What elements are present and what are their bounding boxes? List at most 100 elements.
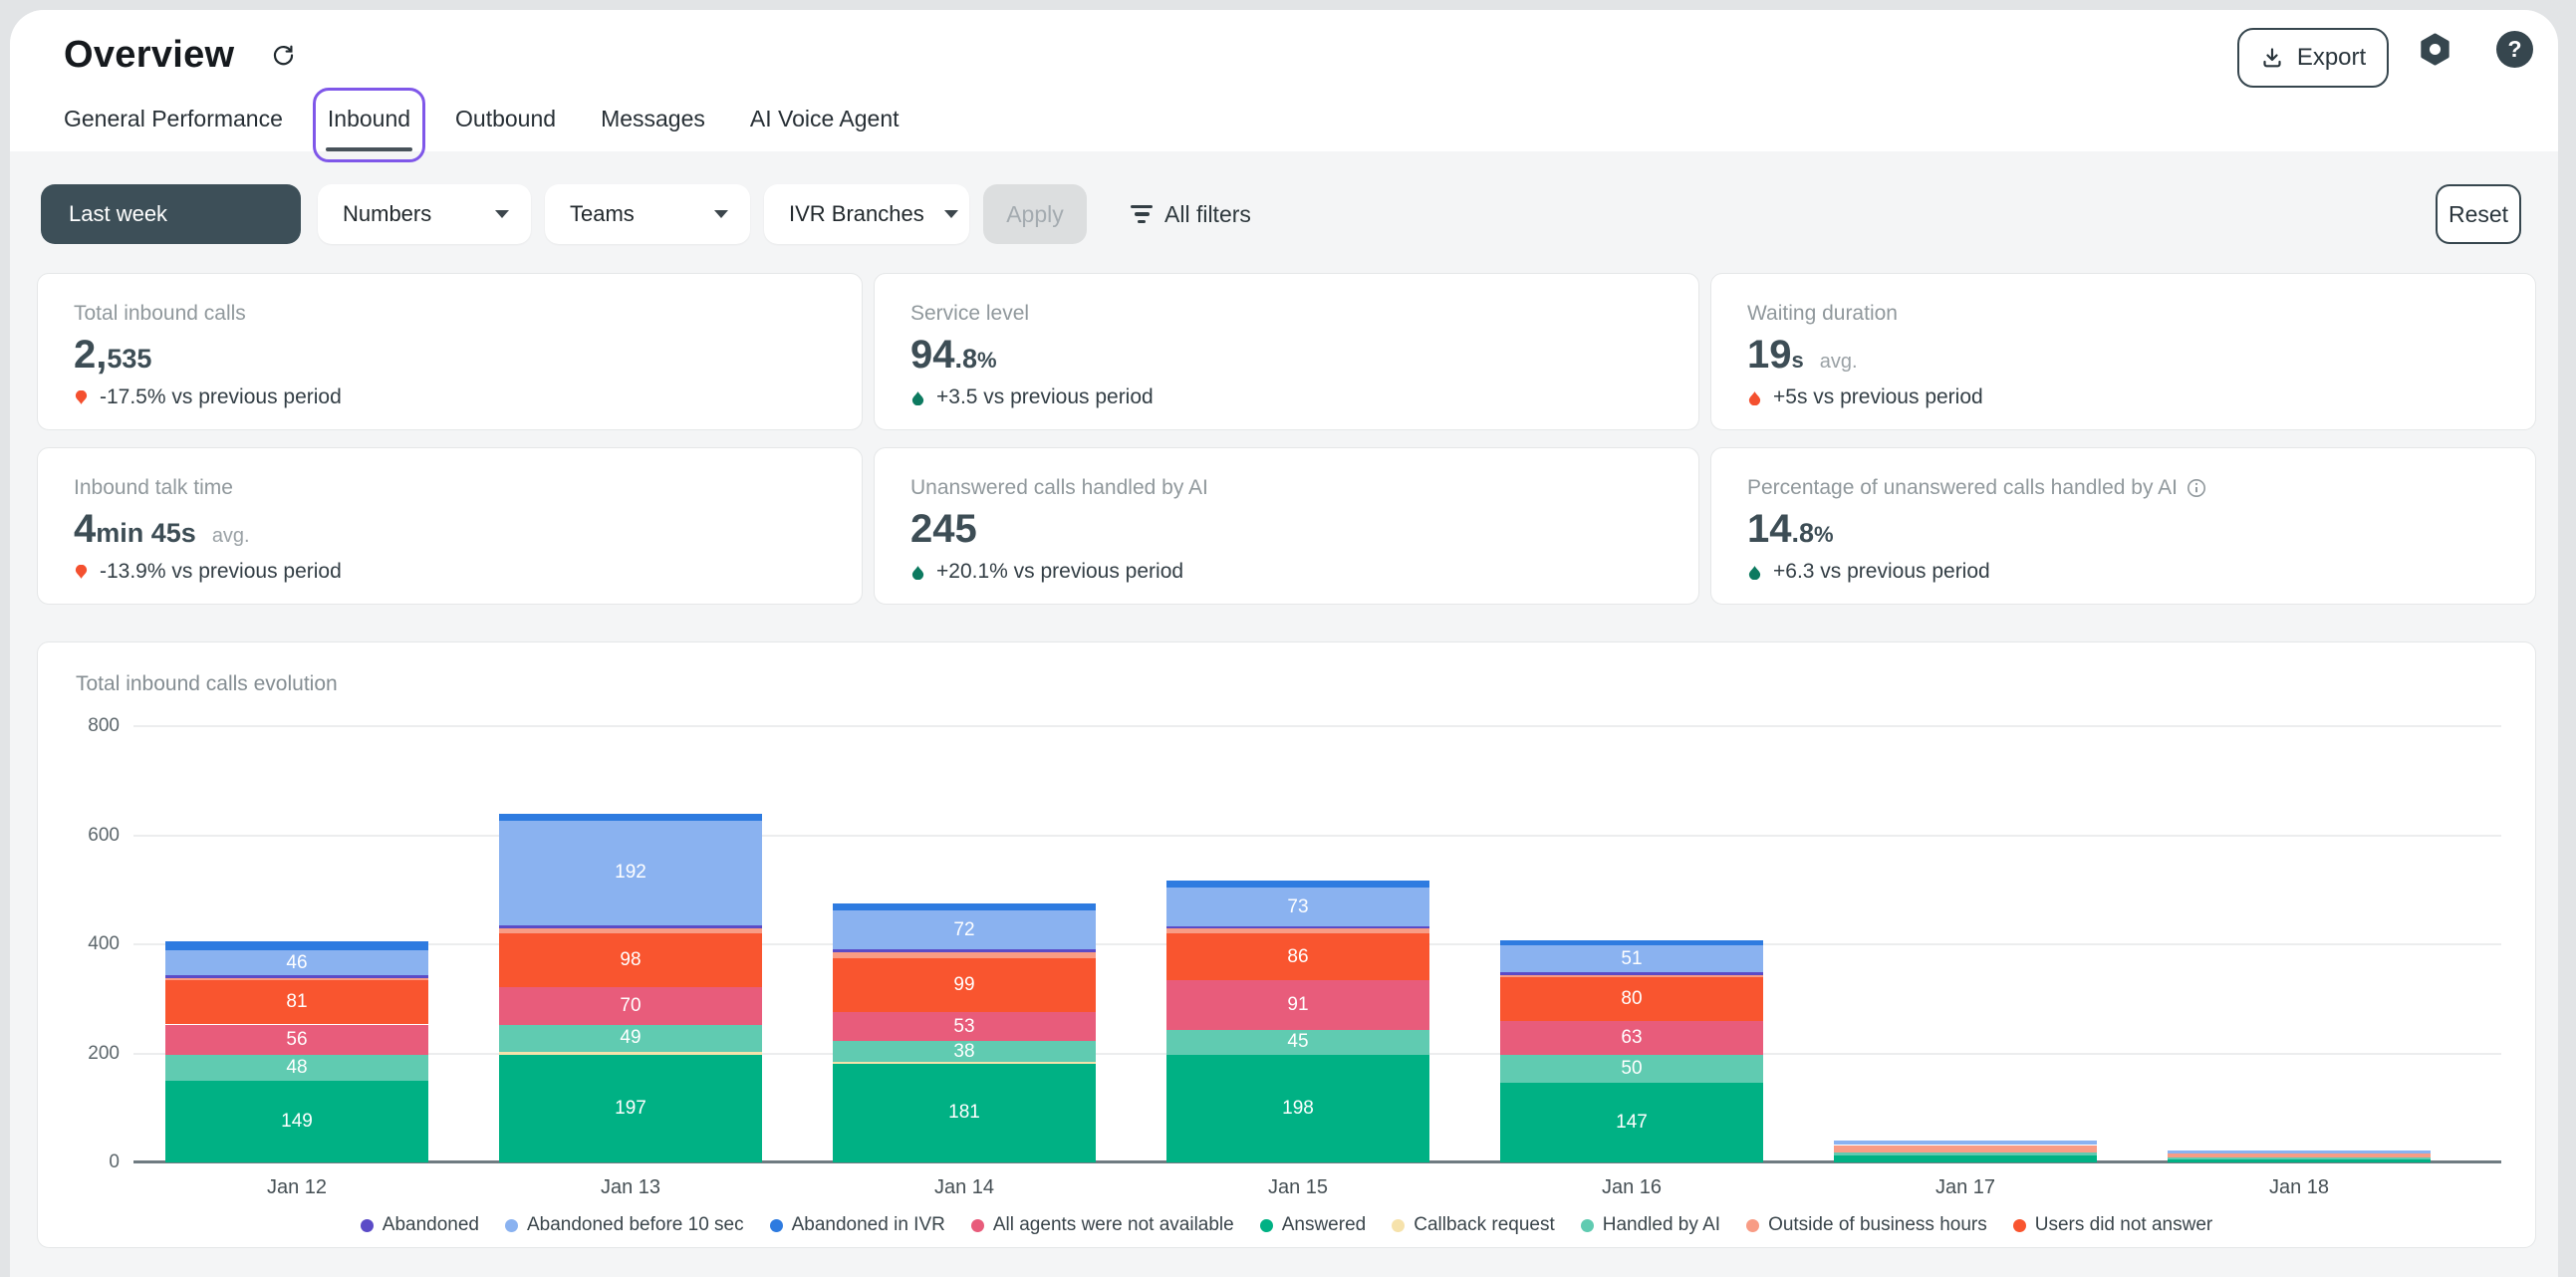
download-icon: [2260, 46, 2284, 70]
trend-up-icon: [1747, 565, 1762, 580]
help-icon[interactable]: ?: [2496, 31, 2533, 68]
bar-segment[interactable]: [1166, 926, 1429, 927]
bar-segment[interactable]: 147: [1500, 1083, 1763, 1162]
bar-segment[interactable]: 72: [833, 910, 1096, 949]
legend-item[interactable]: All agents were not available: [971, 1214, 1234, 1236]
gridline: [133, 725, 2501, 727]
tab-messages[interactable]: Messages: [601, 106, 705, 132]
bar-segment[interactable]: [499, 1052, 762, 1055]
trend-down-icon: [74, 565, 89, 580]
apply-button[interactable]: Apply: [983, 184, 1087, 244]
chevron-down-icon: [495, 210, 509, 218]
bar-segment[interactable]: 49: [499, 1025, 762, 1052]
export-button[interactable]: Export: [2237, 28, 2389, 88]
bar-segment[interactable]: [1834, 1141, 2097, 1146]
tab-ai-voice-agent[interactable]: AI Voice Agent: [750, 106, 900, 132]
bar-segment[interactable]: [1834, 1146, 2097, 1153]
bar-segment[interactable]: [499, 925, 762, 928]
header: Overview Export ? General Performance In…: [10, 10, 2558, 151]
numbers-dropdown[interactable]: Numbers: [318, 184, 531, 244]
legend-item[interactable]: Abandoned in IVR: [770, 1214, 945, 1236]
bar-segment[interactable]: [499, 814, 762, 821]
chart-title: Total inbound calls evolution: [76, 672, 338, 696]
legend-item[interactable]: Abandoned: [361, 1214, 479, 1236]
bar-segment[interactable]: 86: [1166, 933, 1429, 980]
bar-segment[interactable]: 192: [499, 821, 762, 925]
kpi-value: 94.8%: [910, 333, 1663, 378]
bar-segment[interactable]: [1500, 940, 1763, 944]
legend-item[interactable]: Users did not answer: [2013, 1214, 2212, 1236]
bar-segment[interactable]: 38: [833, 1041, 1096, 1062]
legend-item[interactable]: Abandoned before 10 sec: [505, 1214, 744, 1236]
bar-segment[interactable]: [833, 1062, 1096, 1064]
bar-segment[interactable]: 98: [499, 933, 762, 987]
settings-gear-icon[interactable]: [2417, 31, 2453, 68]
bar-segment[interactable]: 51: [1500, 945, 1763, 973]
bar-segment[interactable]: [1166, 928, 1429, 933]
bar-segment[interactable]: [1834, 1152, 2097, 1155]
bar-segment[interactable]: [833, 949, 1096, 951]
period-filter[interactable]: Last week: [41, 184, 301, 244]
legend-item[interactable]: Answered: [1260, 1214, 1367, 1236]
bar-segment[interactable]: 181: [833, 1064, 1096, 1162]
bar-segment[interactable]: 73: [1166, 888, 1429, 927]
bar-segment[interactable]: [833, 952, 1096, 959]
x-tick-label: Jan 18: [2229, 1176, 2369, 1199]
legend-item[interactable]: Outside of business hours: [1746, 1214, 1987, 1236]
tab-inbound[interactable]: Inbound: [328, 106, 410, 132]
bar-segment[interactable]: 198: [1166, 1055, 1429, 1162]
bar-segment[interactable]: [2168, 1153, 2431, 1157]
reset-button[interactable]: Reset: [2436, 184, 2521, 244]
legend-dot: [770, 1219, 783, 1232]
ivr-branches-dropdown[interactable]: IVR Branches: [764, 184, 969, 244]
bar-segment[interactable]: 70: [499, 987, 762, 1025]
app-window: Overview Export ? General Performance In…: [10, 10, 2558, 1277]
page-title: Overview: [64, 34, 234, 77]
bar-segment[interactable]: 149: [165, 1081, 428, 1162]
kpi-delta: +6.3 vs previous period: [1747, 560, 2499, 584]
bar-segment[interactable]: [165, 941, 428, 950]
legend-item[interactable]: Handled by AI: [1581, 1214, 1720, 1236]
bar-segment[interactable]: 48: [165, 1055, 428, 1081]
bar-segment[interactable]: 56: [165, 1025, 428, 1056]
bar-segment[interactable]: 91: [1166, 980, 1429, 1030]
refresh-icon[interactable]: [271, 43, 296, 68]
bar-segment[interactable]: [833, 903, 1096, 910]
kpi-value: 2,535: [74, 333, 826, 378]
bar-segment[interactable]: [2168, 1159, 2431, 1162]
bar-segment[interactable]: 63: [1500, 1021, 1763, 1055]
bar-segment[interactable]: 46: [165, 950, 428, 975]
legend-label: Handled by AI: [1603, 1214, 1720, 1236]
kpi-delta: -13.9% vs previous period: [74, 560, 826, 584]
legend-item[interactable]: Callback request: [1392, 1214, 1555, 1236]
kpi-delta: -17.5% vs previous period: [74, 385, 826, 409]
bar-segment[interactable]: [1500, 972, 1763, 975]
bar-segment[interactable]: [1834, 1155, 2097, 1162]
bar-segment[interactable]: 50: [1500, 1055, 1763, 1082]
bar-segment[interactable]: 81: [165, 980, 428, 1024]
legend-label: Abandoned in IVR: [792, 1214, 945, 1236]
legend-label: Abandoned: [383, 1214, 479, 1236]
bar-segment[interactable]: [499, 928, 762, 933]
bar-segment[interactable]: [1500, 975, 1763, 977]
bar-segment[interactable]: [165, 975, 428, 978]
teams-dropdown[interactable]: Teams: [545, 184, 750, 244]
info-icon[interactable]: [2187, 478, 2206, 498]
x-tick-label: Jan 17: [1896, 1176, 2035, 1199]
bar-segment[interactable]: 197: [499, 1055, 762, 1162]
kpi-card: Unanswered calls handled by AI245+20.1% …: [874, 447, 1699, 605]
bar-segment[interactable]: [2168, 1157, 2431, 1159]
trend-up-icon: [910, 565, 925, 580]
bar-segment[interactable]: [165, 978, 428, 980]
tab-outbound[interactable]: Outbound: [455, 106, 556, 132]
all-filters-button[interactable]: All filters: [1131, 184, 1251, 244]
bar-segment[interactable]: 80: [1500, 977, 1763, 1021]
x-tick-label: Jan 12: [227, 1176, 367, 1199]
bar-segment[interactable]: 53: [833, 1012, 1096, 1041]
tab-general-performance[interactable]: General Performance: [64, 106, 283, 132]
bar-segment[interactable]: 45: [1166, 1030, 1429, 1055]
bar-segment[interactable]: 99: [833, 958, 1096, 1012]
y-tick-label: 600: [72, 825, 120, 847]
bar-segment[interactable]: [2168, 1150, 2431, 1153]
bar-segment[interactable]: [1166, 881, 1429, 888]
